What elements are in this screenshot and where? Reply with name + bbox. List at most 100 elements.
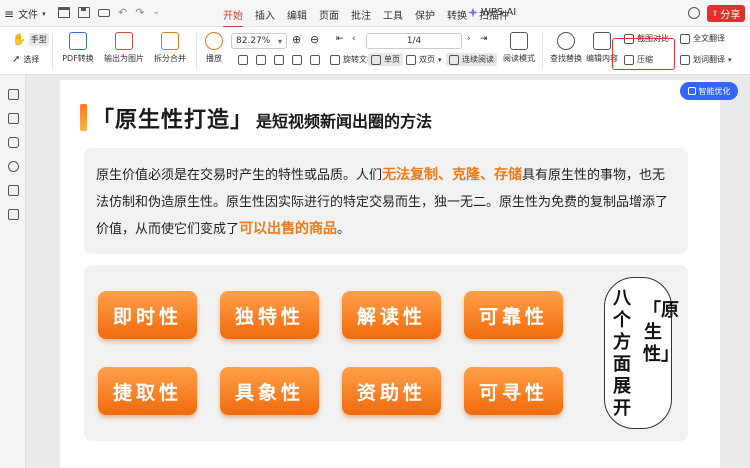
share-button[interactable]: ⇪ 分享	[707, 5, 745, 22]
undo-icon[interactable]: ↶	[118, 7, 127, 18]
file-menu[interactable]: ≡ 文件 ▾	[4, 6, 46, 22]
menu-start[interactable]: 开始	[217, 3, 249, 28]
document-page: 「原生性打造」 是短视频新闻出圈的方法 原生价值必须是在交易时产生的特性或品质。…	[60, 80, 720, 468]
smart-optimize-button[interactable]: 智能优化	[680, 82, 738, 100]
redo-icon[interactable]: ↷	[135, 7, 144, 18]
fit-page-icon[interactable]	[238, 55, 248, 65]
chevron-down-icon: ▾	[438, 55, 442, 64]
pdf-convert-label: PDF转换	[62, 54, 94, 63]
title-bar: ≡ 文件 ▾ ↶ ↷ ⌄ 开始 插入 编辑 页面 批注 工具 保护 转换 扫描件…	[0, 0, 750, 28]
reading-mode-button[interactable]: 阅读模式	[500, 32, 538, 64]
page-number-input[interactable]: 1/4	[366, 33, 462, 49]
chevron-down-icon: ▾	[728, 55, 732, 64]
export-image-label: 输出为图片	[104, 54, 144, 63]
screenshot-tool-icon[interactable]	[292, 55, 302, 65]
wps-ai-label: WPS AI	[481, 7, 517, 18]
bookmark-icon[interactable]	[8, 89, 19, 100]
full-translate-label: 全文翻译	[693, 34, 725, 43]
layers-icon[interactable]	[8, 209, 19, 220]
intro-paragraph: 原生价值必须是在交易时产生的特性或品质。人们无法复制、克隆、存储具有原生性的事物…	[96, 162, 676, 243]
page-number-value: 1/4	[406, 36, 422, 46]
zoom-select[interactable]: 82.27% ▾	[231, 33, 287, 49]
double-page-button[interactable]: 双页 ▾	[406, 54, 442, 65]
book-icon	[510, 32, 528, 50]
trait-pill: 具象性	[220, 367, 319, 415]
document-title: 「原生性打造」	[92, 108, 254, 133]
first-page-icon[interactable]: ⇤	[336, 34, 344, 44]
prev-page-icon[interactable]: ‹	[352, 34, 356, 44]
text-select-icon[interactable]	[310, 55, 320, 65]
smart-optimize-label: 智能优化	[698, 86, 731, 96]
full-translate-button[interactable]: 全文翻译	[680, 33, 725, 44]
trait-pill: 可寻性	[464, 367, 563, 415]
file-menu-label: 文件	[18, 10, 39, 21]
vertical-text-left: 八个方面展开	[613, 288, 631, 419]
pdf-convert-icon	[69, 32, 87, 50]
continuous-read-button[interactable]: 连续阅读	[446, 53, 497, 66]
last-page-icon[interactable]: ⇥	[480, 34, 488, 44]
split-merge-button[interactable]: 拆分合并	[148, 32, 192, 64]
ai-sparkle-icon	[468, 7, 478, 18]
title-right-icons	[688, 7, 700, 19]
share-label: 分享	[720, 10, 741, 21]
double-page-label: 双页	[419, 55, 435, 64]
single-page-button[interactable]: 单页	[368, 53, 403, 66]
zoom-out-icon[interactable]: ⊖	[310, 33, 319, 46]
select-tool-button[interactable]: ➚ 选择	[12, 54, 39, 65]
left-sidebar	[0, 75, 26, 468]
fit-width-icon[interactable]	[256, 55, 266, 65]
select-label: 选择	[23, 55, 40, 64]
hamburger-icon: ≡	[4, 6, 15, 21]
thumbnail-icon[interactable]	[8, 113, 19, 124]
menu-edit[interactable]: 编辑	[281, 3, 313, 26]
edit-text-icon	[593, 32, 611, 50]
continuous-icon	[449, 54, 459, 65]
print-icon[interactable]	[98, 9, 110, 17]
menu-annotate[interactable]: 批注	[345, 3, 377, 26]
trait-pill: 资助性	[342, 367, 441, 415]
open-folder-icon[interactable]	[58, 7, 70, 18]
summary-vertical-card: 八个方面展开 「原生性」	[604, 277, 679, 429]
comment-icon[interactable]	[8, 137, 19, 148]
trait-pill: 独特性	[220, 291, 319, 339]
attachment-icon[interactable]	[8, 161, 19, 172]
continuous-label: 连续阅读	[462, 55, 494, 64]
more-chevron-icon[interactable]: ⌄	[152, 7, 160, 18]
intro-paragraph-box: 原生价值必须是在交易时产生的特性或品质。人们无法复制、克隆、存储具有原生性的事物…	[84, 148, 688, 254]
actual-size-icon[interactable]	[274, 55, 284, 65]
separator	[542, 33, 543, 69]
hand-tool-button[interactable]: ✋ 手型	[12, 33, 49, 46]
wps-ai-button[interactable]: WPS AI	[468, 7, 516, 18]
trait-pill: 可靠性	[464, 291, 563, 339]
zoom-in-icon[interactable]: ⊕	[292, 33, 301, 46]
rotate-icon	[330, 54, 340, 65]
next-page-icon[interactable]: ›	[467, 34, 471, 44]
double-page-icon	[406, 54, 416, 65]
menu-protect[interactable]: 保护	[409, 3, 441, 26]
single-page-icon	[371, 54, 381, 65]
export-image-icon	[115, 32, 133, 50]
find-replace-button[interactable]: 查找替换	[546, 32, 586, 64]
separator	[52, 33, 53, 69]
pdf-convert-button[interactable]: PDF转换	[58, 32, 98, 64]
para-text-3: 。	[337, 222, 351, 237]
cursor-icon: ➚	[12, 54, 21, 65]
reading-mode-label: 阅读模式	[503, 54, 535, 63]
single-page-label: 单页	[384, 55, 400, 64]
play-label: 播放	[206, 54, 222, 63]
document-subtitle: 是短视频新闻出圈的方法	[256, 112, 433, 131]
signature-icon[interactable]	[8, 185, 19, 196]
play-button[interactable]: 播放	[201, 32, 227, 64]
word-translate-button[interactable]: 划词翻译 ▾	[680, 54, 732, 65]
cloud-sync-icon[interactable]	[688, 7, 700, 19]
vertical-scrollbar[interactable]	[738, 80, 746, 468]
title-accent-bar	[80, 104, 87, 131]
save-icon[interactable]	[78, 7, 90, 18]
menu-insert[interactable]: 插入	[249, 3, 281, 26]
play-icon	[205, 32, 223, 50]
menu-tools[interactable]: 工具	[377, 3, 409, 26]
separator	[196, 33, 197, 69]
menu-page[interactable]: 页面	[313, 3, 345, 26]
hand-label: 手型	[28, 33, 49, 46]
export-image-button[interactable]: 输出为图片	[102, 32, 146, 64]
